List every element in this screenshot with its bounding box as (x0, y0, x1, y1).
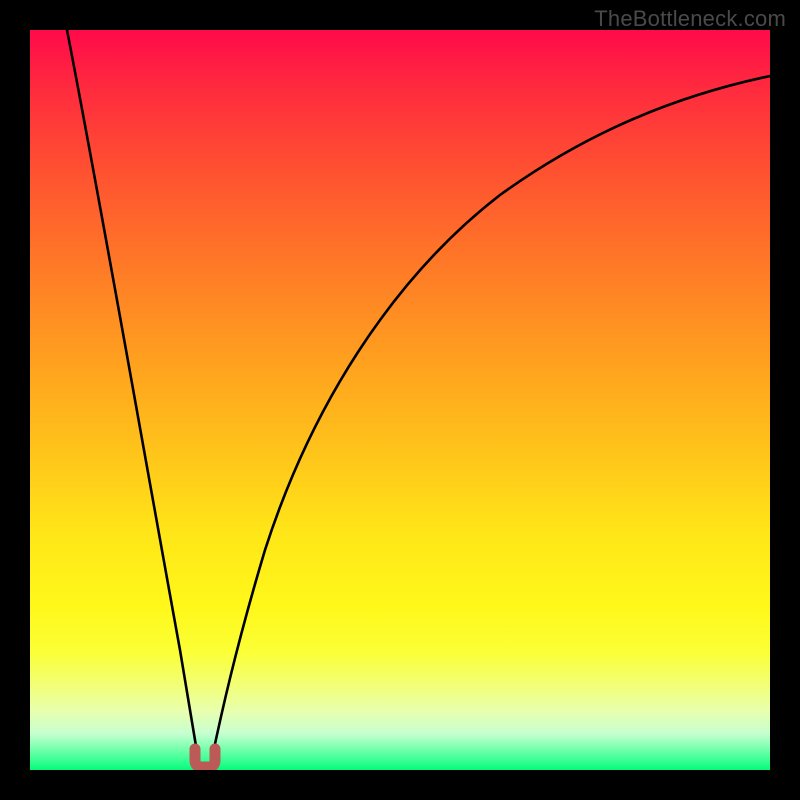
bottleneck-curve-svg (30, 30, 770, 770)
curve-left-branch (67, 30, 198, 758)
minimum-marker (195, 749, 215, 767)
curve-right-branch (212, 76, 770, 758)
watermark-text: TheBottleneck.com (594, 6, 786, 32)
